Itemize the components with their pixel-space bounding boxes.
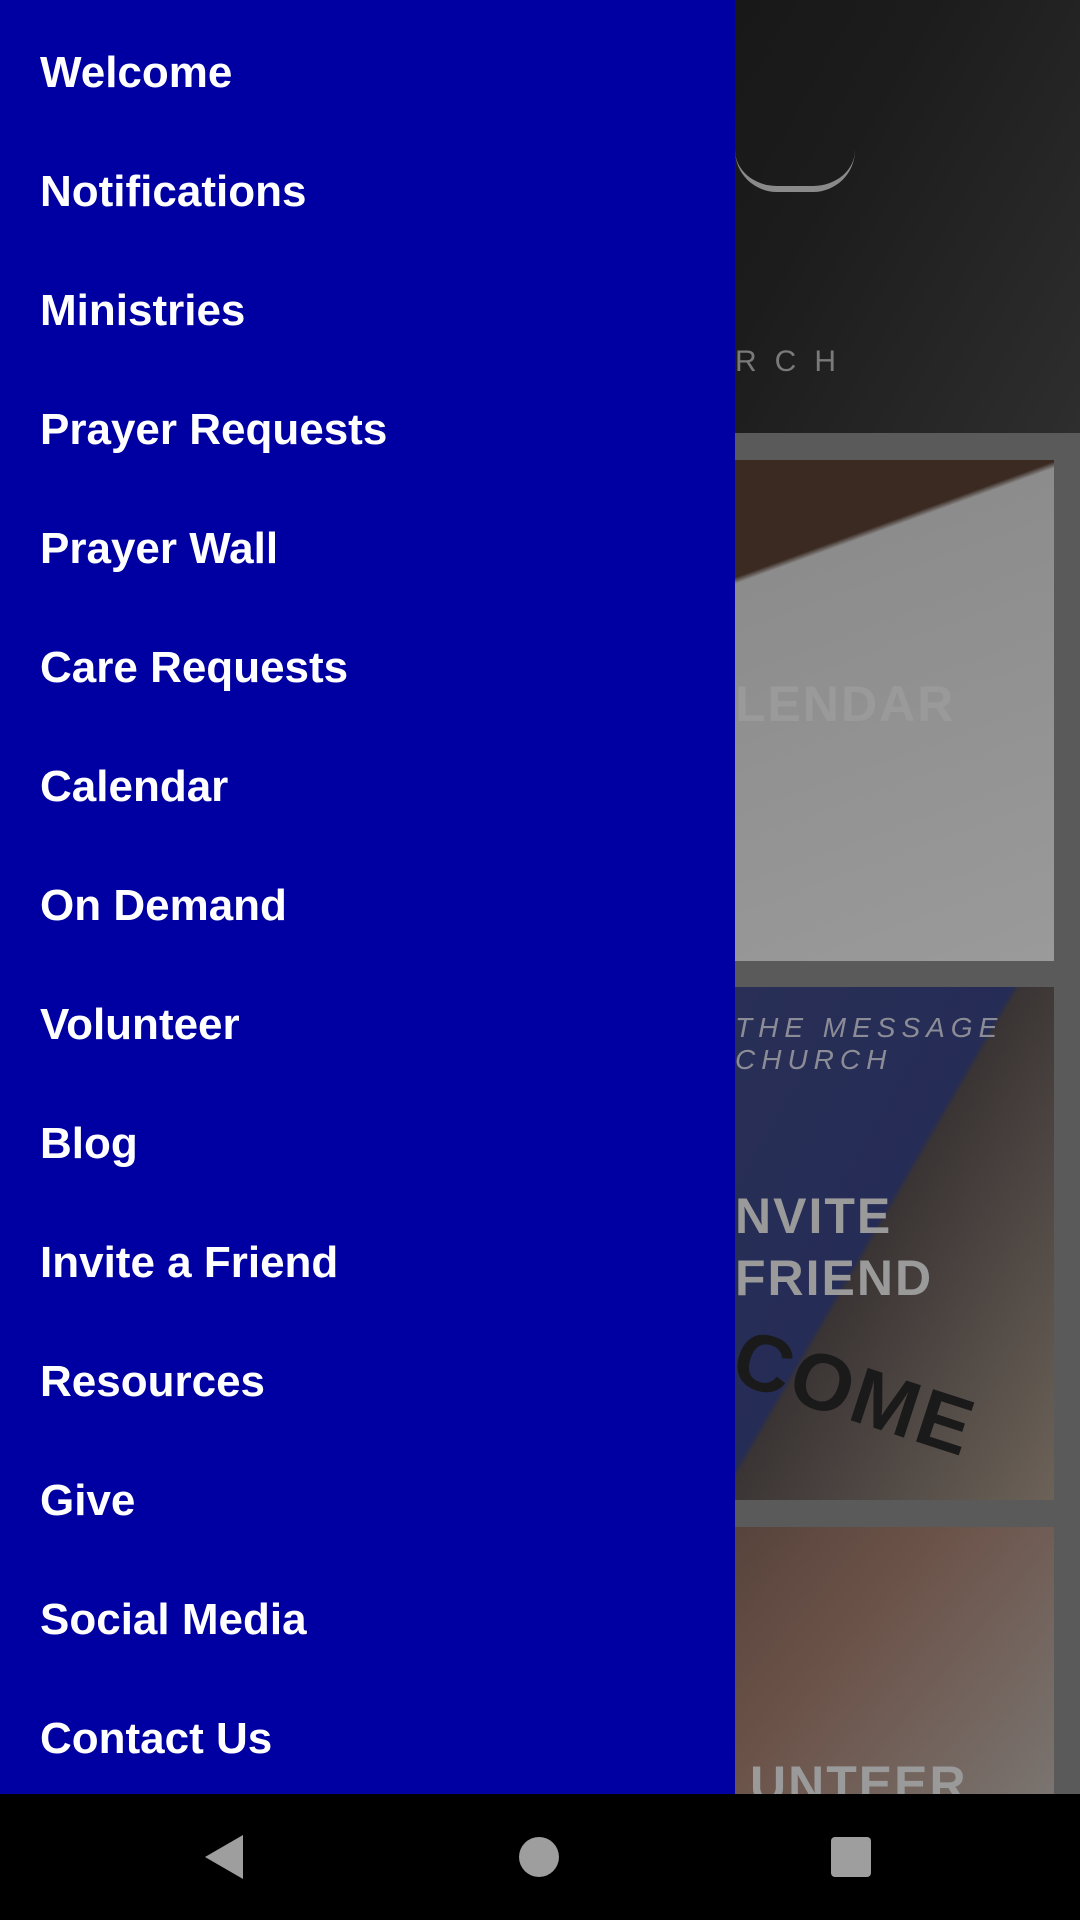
drawer-item-welcome[interactable]: Welcome	[40, 13, 700, 132]
recents-square-icon[interactable]	[831, 1837, 871, 1877]
drawer-item-volunteer[interactable]: Volunteer	[40, 965, 700, 1084]
back-triangle-icon[interactable]	[205, 1835, 243, 1879]
drawer-item-ministries[interactable]: Ministries	[40, 251, 700, 370]
drawer-item-calendar[interactable]: Calendar	[40, 727, 700, 846]
card-title-line1: NVITE	[735, 1188, 893, 1244]
drawer-item-resources[interactable]: Resources	[40, 1322, 700, 1441]
drawer-item-blog[interactable]: Blog	[40, 1084, 700, 1203]
drawer-item-prayer-requests[interactable]: Prayer Requests	[40, 370, 700, 489]
drawer-item-social-media[interactable]: Social Media	[40, 1560, 700, 1679]
card-caption: THE MESSAGE CHURCH	[735, 1012, 1004, 1075]
navigation-drawer: Welcome Notifications Ministries Prayer …	[0, 0, 735, 1794]
drawer-item-on-demand[interactable]: On Demand	[40, 846, 700, 965]
drawer-item-notifications[interactable]: Notifications	[40, 132, 700, 251]
card-title: LENDAR	[735, 676, 956, 732]
system-navigation-bar	[0, 1794, 1080, 1920]
card-title-line2: FRIEND	[735, 1250, 934, 1306]
logo-swoosh	[735, 150, 855, 192]
welcome-sign-text: COME	[722, 1311, 986, 1474]
drawer-item-care-requests[interactable]: Care Requests	[40, 608, 700, 727]
hero-logo-text: RCH	[735, 345, 854, 378]
drawer-item-contact-us[interactable]: Contact Us	[40, 1679, 700, 1798]
drawer-item-invite-a-friend[interactable]: Invite a Friend	[40, 1203, 700, 1322]
home-circle-icon[interactable]	[519, 1837, 559, 1877]
drawer-item-give[interactable]: Give	[40, 1441, 700, 1560]
card-title: UNTEER	[750, 1756, 968, 1794]
drawer-item-prayer-wall[interactable]: Prayer Wall	[40, 489, 700, 608]
